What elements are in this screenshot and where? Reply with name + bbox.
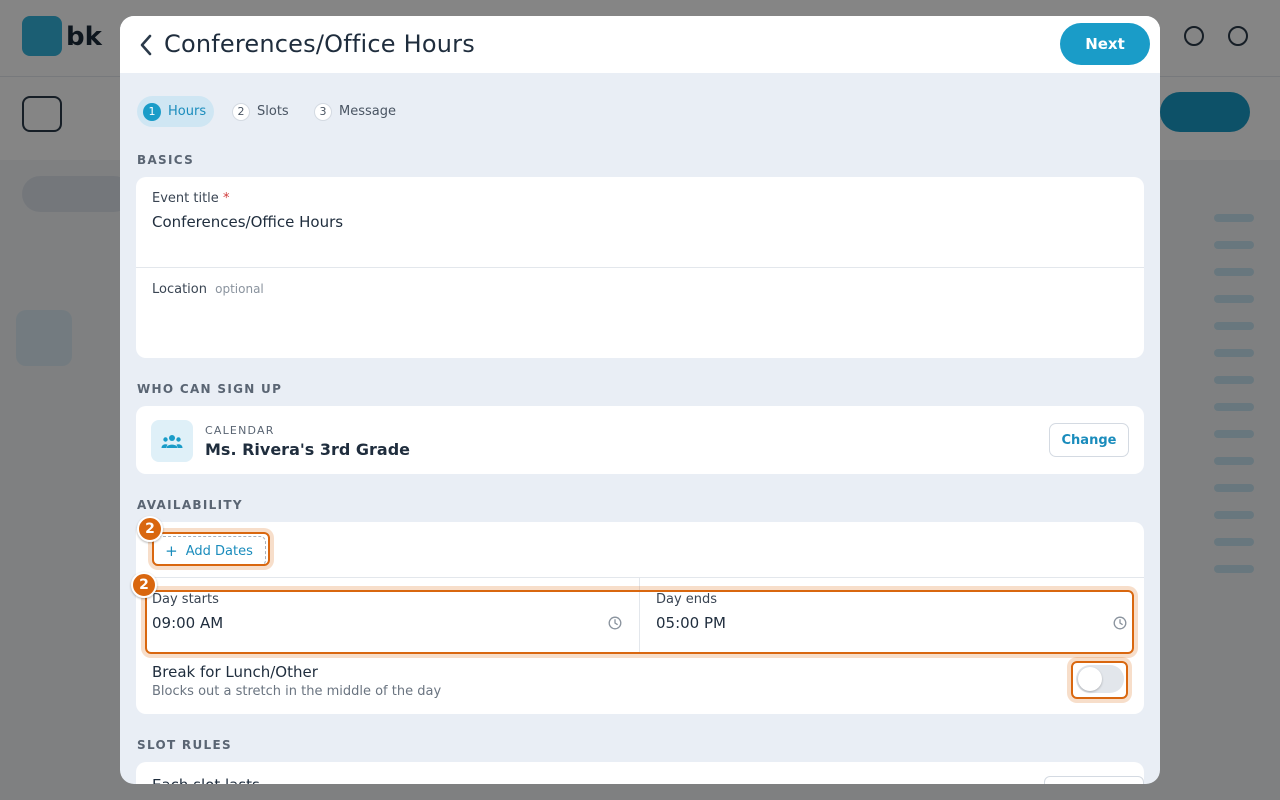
location-label: Location optional — [152, 282, 264, 297]
clock-icon — [608, 616, 622, 630]
step-number: 3 — [314, 102, 332, 121]
step-hours[interactable]: 1 Hours — [137, 96, 215, 127]
step-number: 1 — [143, 102, 161, 121]
day-ends-field[interactable]: Day ends 05:00 PM — [640, 578, 1144, 652]
step-label: Message — [339, 104, 396, 119]
calendar-icon-box — [151, 420, 193, 462]
day-starts-label: Day starts — [152, 592, 219, 607]
step-label: Slots — [257, 104, 289, 119]
clock-icon — [1113, 616, 1127, 630]
modal-title: Conferences/Office Hours — [164, 30, 475, 58]
break-toggle[interactable] — [1076, 665, 1124, 693]
step-message[interactable]: 3 Message — [308, 96, 404, 127]
location-input[interactable] — [152, 305, 1128, 335]
day-ends-label: Day ends — [656, 592, 718, 607]
calendar-card: CALENDAR Ms. Rivera's 3rd Grade Change — [136, 406, 1144, 474]
required-mark: * — [222, 191, 230, 206]
section-basics: BASICS — [137, 153, 195, 167]
section-availability: AVAILABILITY — [137, 498, 243, 512]
event-title-label: Event title * — [152, 191, 229, 206]
each-slot-label: Each slot lasts — [152, 776, 260, 784]
calendar-name: Ms. Rivera's 3rd Grade — [205, 440, 411, 459]
section-who-can-sign-up: WHO CAN SIGN UP — [137, 382, 283, 396]
modal-header: Conferences/Office Hours Next — [120, 16, 1160, 73]
annotation-badge: 2 — [131, 572, 157, 598]
day-ends-value: 05:00 PM — [656, 614, 726, 632]
toggle-knob — [1078, 667, 1102, 691]
break-title: Break for Lunch/Other — [152, 663, 318, 681]
chevron-left-icon — [140, 34, 152, 56]
field-divider — [136, 267, 1144, 268]
event-modal: Conferences/Office Hours Next 1 Hours 2 … — [120, 16, 1160, 784]
annotation-badge: 2 — [137, 516, 163, 542]
change-calendar-button[interactable]: Change — [1049, 423, 1129, 457]
day-starts-field[interactable]: Day starts 09:00 AM — [136, 578, 639, 652]
location-optional-hint: optional — [215, 282, 264, 296]
step-label: Hours — [168, 104, 207, 119]
plus-icon: + — [165, 541, 178, 560]
calendar-kicker: CALENDAR — [205, 424, 275, 437]
users-group-icon — [161, 435, 183, 448]
event-title-input[interactable]: Conferences/Office Hours — [152, 213, 1128, 237]
availability-card: + Add Dates Day starts 09:00 AM Day ends… — [136, 522, 1144, 714]
slot-rules-card: Each slot lasts — [136, 762, 1144, 784]
step-slots[interactable]: 2 Slots — [226, 96, 297, 127]
location-label-text: Location — [152, 282, 207, 297]
event-title-label-text: Event title — [152, 191, 219, 206]
add-dates-button[interactable]: + Add Dates — [152, 536, 266, 566]
step-number: 2 — [232, 102, 250, 121]
day-starts-value: 09:00 AM — [152, 614, 224, 632]
next-button[interactable]: Next — [1060, 23, 1150, 65]
break-subtitle: Blocks out a stretch in the middle of th… — [152, 684, 442, 699]
slot-length-stepper[interactable] — [1044, 776, 1144, 784]
back-button[interactable] — [130, 29, 162, 61]
basics-card: Event title * Conferences/Office Hours L… — [136, 177, 1144, 358]
add-dates-label: Add Dates — [185, 543, 253, 559]
section-slot-rules: SLOT RULES — [137, 738, 232, 752]
